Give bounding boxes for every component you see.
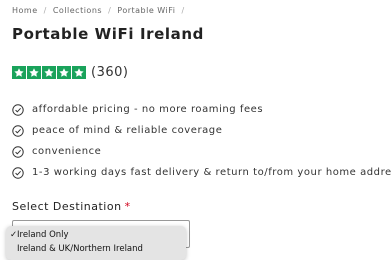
page-title: Portable WiFi Ireland [12, 25, 204, 43]
review-count[interactable]: (360) [91, 65, 128, 80]
star-icon [42, 66, 56, 79]
feature-list: affordable pricing - no more roaming fee… [12, 99, 391, 183]
breadcrumb-separator: / [181, 6, 185, 15]
destination-label-text: Select Destination [12, 200, 122, 213]
breadcrumb-separator: / [43, 6, 47, 15]
destination-label: Select Destination * [12, 200, 131, 213]
breadcrumb-portable-wifi[interactable]: Portable WiFi [117, 6, 175, 15]
destination-option-label: Ireland & UK/Northern Ireland [17, 244, 143, 254]
feature-item: affordable pricing - no more roaming fee… [12, 99, 391, 120]
feature-text: 1-3 working days fast delivery & return … [32, 167, 391, 178]
required-marker: * [124, 200, 131, 213]
star-icon [57, 66, 71, 79]
destination-option[interactable]: ✓Ireland Only [10, 230, 69, 240]
star-icon [27, 66, 41, 79]
star-icon [72, 66, 86, 79]
breadcrumb-separator: / [108, 6, 112, 15]
destination-option[interactable]: Ireland & UK/Northern Ireland [10, 244, 143, 254]
check-icon: ✓ [10, 230, 18, 240]
rating-summary[interactable]: (360) [12, 65, 128, 80]
check-circle-icon [12, 166, 24, 179]
feature-item: 1-3 working days fast delivery & return … [12, 162, 391, 183]
breadcrumb-collections[interactable]: Collections [53, 6, 102, 15]
breadcrumb-home[interactable]: Home [12, 6, 38, 15]
check-circle-icon [12, 124, 24, 137]
breadcrumb: Home / Collections / Portable WiFi / [12, 6, 191, 15]
feature-text: affordable pricing - no more roaming fee… [32, 104, 264, 115]
star-icon [12, 66, 26, 79]
destination-dropdown[interactable]: ✓Ireland Only Ireland & UK/Northern Irel… [6, 226, 186, 260]
feature-text: convenience [32, 146, 102, 157]
destination-option-label: Ireland Only [17, 230, 69, 240]
feature-text: peace of mind & reliable coverage [32, 125, 223, 136]
feature-item: peace of mind & reliable coverage [12, 120, 391, 141]
feature-item: convenience [12, 141, 391, 162]
check-circle-icon [12, 145, 24, 158]
check-circle-icon [12, 103, 24, 116]
star-rating [12, 66, 87, 79]
